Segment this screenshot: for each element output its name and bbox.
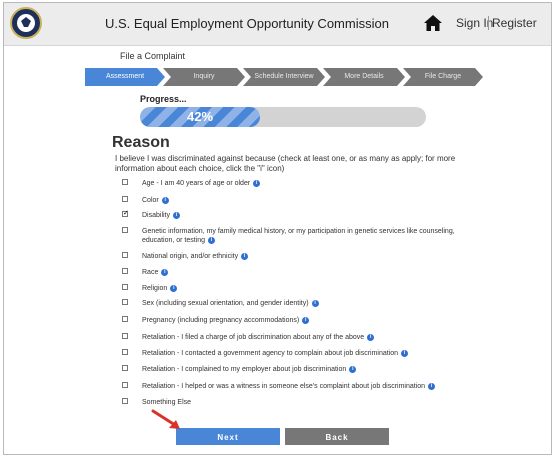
home-icon[interactable] [424, 15, 442, 31]
info-icon[interactable]: i [241, 252, 249, 260]
reason-checkbox[interactable] [122, 299, 128, 305]
reason-option-text: Retaliation - I complained to my employe… [142, 366, 347, 373]
info-icon[interactable]: i [367, 333, 375, 341]
reason-option-label[interactable]: Disability i [142, 211, 472, 220]
reason-checkbox[interactable] [122, 284, 128, 290]
reason-option-label[interactable]: Pregnancy (including pregnancy accommoda… [142, 316, 472, 325]
reason-option-label[interactable]: Something Else [142, 398, 472, 407]
reason-checkbox[interactable] [122, 333, 128, 339]
progress-label: Progress... [140, 94, 187, 104]
info-icon[interactable]: i [173, 211, 181, 219]
reason-option-label[interactable]: National origin, and/or ethnicity i [142, 252, 472, 261]
reason-checkbox[interactable] [122, 252, 128, 258]
reason-option-label[interactable]: Sex (including sexual orientation, and g… [142, 299, 472, 308]
reason-option-text: Disability [142, 212, 171, 219]
reason-checkbox[interactable] [122, 227, 128, 233]
reason-checkbox[interactable] [122, 382, 128, 388]
reason-option-label[interactable]: Retaliation - I filed a charge of job di… [142, 333, 472, 342]
reason-option-text: Pregnancy (including pregnancy accommoda… [142, 317, 300, 324]
info-icon[interactable]: i [253, 179, 261, 187]
section-title: Reason [112, 134, 170, 151]
site-header: U.S. Equal Employment Opportunity Commis… [4, 3, 551, 46]
info-icon[interactable]: i [170, 284, 178, 292]
back-button[interactable]: Back [285, 428, 389, 445]
red-arrow-annotation [151, 409, 180, 429]
reason-option-text: Genetic information, my family medical h… [142, 228, 455, 244]
reason-checkbox[interactable] [122, 196, 128, 202]
info-icon[interactable]: i [428, 382, 436, 390]
instructions-text: I believe I was discriminated against be… [115, 154, 456, 173]
info-icon[interactable]: i [311, 299, 319, 307]
agency-name: U.S. Equal Employment Opportunity Commis… [105, 16, 389, 31]
info-icon[interactable]: i [302, 316, 310, 324]
reason-option-text: Religion [142, 285, 168, 292]
step-file-charge[interactable]: File Charge [403, 68, 483, 86]
reason-option-label[interactable]: Race i [142, 268, 472, 277]
reason-option-text: Color [142, 197, 159, 204]
reason-checkbox[interactable] [122, 316, 128, 322]
step-inquiry[interactable]: Inquiry [163, 68, 245, 86]
reason-checkbox[interactable] [122, 365, 128, 371]
info-icon[interactable]: i [161, 196, 169, 204]
reason-checkbox[interactable] [122, 398, 128, 404]
reason-checkbox[interactable] [122, 209, 129, 218]
reason-checkbox[interactable] [122, 349, 128, 355]
eeoc-seal-logo [10, 7, 42, 39]
info-icon[interactable]: i [208, 236, 216, 244]
progress-value: 42% [187, 109, 214, 124]
next-button[interactable]: Next [176, 428, 280, 445]
info-icon[interactable]: i [161, 268, 169, 276]
step-assessment[interactable]: Assessment [85, 68, 165, 86]
page-frame: U.S. Equal Employment Opportunity Commis… [3, 2, 552, 455]
reason-option-text: Retaliation - I helped or was a witness … [142, 383, 426, 390]
info-icon[interactable]: i [349, 365, 357, 373]
reason-option-label[interactable]: Religion i [142, 284, 472, 293]
register-link[interactable]: Register [488, 16, 537, 30]
reason-option-label[interactable]: Retaliation - I contacted a government a… [142, 349, 472, 358]
reason-option-label[interactable]: Retaliation - I helped or was a witness … [142, 382, 472, 391]
reason-option-label[interactable]: Genetic information, my family medical h… [142, 227, 472, 245]
reason-checkbox[interactable] [122, 268, 128, 274]
reason-option-text: Sex (including sexual orientation, and g… [142, 300, 309, 307]
reason-option-text: Something Else [142, 399, 192, 406]
reason-option-text: National origin, and/or ethnicity [142, 253, 239, 260]
step-more-details[interactable]: More Details [323, 68, 405, 86]
reason-checkbox[interactable] [122, 179, 128, 185]
reason-option-text: Age - I am 40 years of age or older [142, 180, 251, 187]
step-schedule-interview[interactable]: Schedule Interview [243, 68, 325, 86]
reason-option-text: Retaliation - I filed a charge of job di… [142, 334, 365, 341]
breadcrumb: File a Complaint [120, 51, 186, 61]
reason-option-label[interactable]: Age - I am 40 years of age or older i [142, 179, 472, 188]
reason-option-text: Race [142, 269, 159, 276]
reason-option-label[interactable]: Color i [142, 196, 472, 205]
info-icon[interactable]: i [401, 349, 409, 357]
reason-option-label[interactable]: Retaliation - I complained to my employe… [142, 365, 472, 374]
progress-bar: 42% [140, 107, 426, 127]
reason-option-text: Retaliation - I contacted a government a… [142, 350, 399, 357]
